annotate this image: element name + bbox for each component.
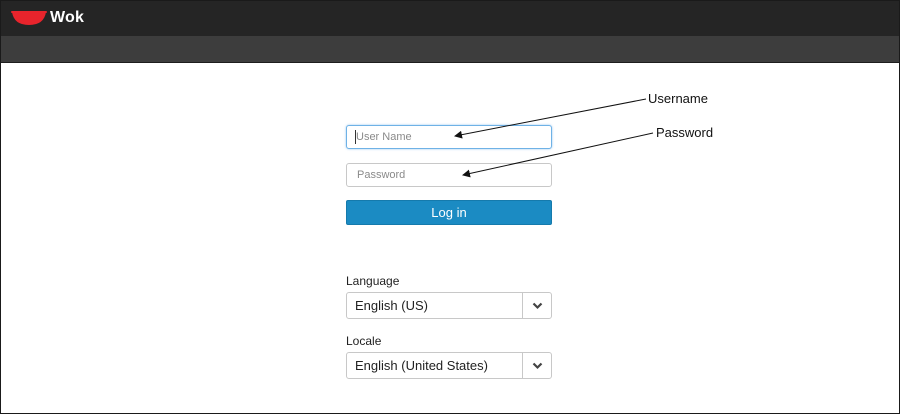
chevron-down-icon	[532, 302, 542, 309]
secondary-navbar	[1, 36, 899, 63]
top-navbar: Wok	[1, 1, 899, 36]
language-select[interactable]: English (US)	[346, 292, 552, 319]
app-name: Wok	[50, 9, 85, 26]
text-cursor	[355, 130, 356, 144]
wok-logo-icon	[11, 11, 47, 25]
password-input[interactable]	[346, 163, 552, 187]
username-annotation: Username	[648, 91, 708, 106]
language-label: Language	[346, 274, 400, 288]
brand: Wok	[11, 6, 84, 30]
login-button[interactable]: Log in	[346, 200, 552, 225]
language-selected-value: English (US)	[355, 298, 428, 313]
locale-dropdown-toggle[interactable]	[522, 353, 551, 378]
locale-selected-value: English (United States)	[355, 358, 488, 373]
login-page: Wok Log in Language English (US) Locale …	[0, 0, 900, 414]
locale-select[interactable]: English (United States)	[346, 352, 552, 379]
username-input[interactable]	[346, 125, 552, 149]
locale-label: Locale	[346, 334, 382, 348]
chevron-down-icon	[532, 362, 542, 369]
language-dropdown-toggle[interactable]	[522, 293, 551, 318]
password-annotation: Password	[656, 125, 714, 140]
